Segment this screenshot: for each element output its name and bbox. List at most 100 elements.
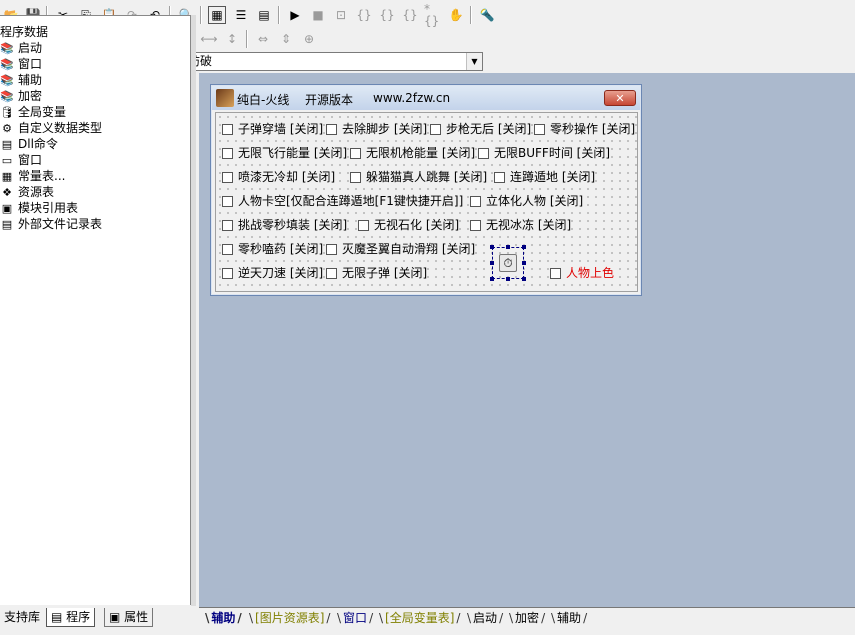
stop-icon[interactable]: ■ — [309, 6, 327, 24]
tab-properties[interactable]: ▣ 属性 — [104, 608, 154, 627]
stopwatch-icon[interactable]: ⏱ — [499, 254, 517, 272]
chevron-down-icon[interactable]: ▼ — [466, 53, 482, 70]
checkbox-infinite-ammo[interactable]: 无限子弹 [关闭] — [326, 265, 428, 281]
checkbox-box[interactable] — [222, 220, 233, 231]
resize-h-icon[interactable]: ⇔ — [254, 30, 272, 48]
checkbox-box[interactable] — [222, 244, 233, 255]
tree-item[interactable]: ▣ 模块引用表 — [0, 200, 78, 216]
checkbox-box[interactable] — [350, 172, 361, 183]
resize-both-icon[interactable]: ⊕ — [300, 30, 318, 48]
panel-splitter[interactable] — [191, 15, 196, 606]
doc-tab-window[interactable]: 窗口 — [331, 610, 379, 627]
tree-item[interactable]: ▭ 窗口 — [0, 152, 42, 168]
tree-item[interactable]: ❖ 资源表 — [0, 184, 54, 200]
step-into-icon[interactable]: {} — [355, 6, 373, 24]
checkbox-box[interactable] — [470, 196, 481, 207]
space-v-icon[interactable]: ↕ — [223, 30, 241, 48]
doc-tab-encrypt[interactable]: 加密 — [503, 610, 551, 627]
checkbox-box[interactable] — [222, 124, 233, 135]
tab-support-library[interactable]: 支持库 — [0, 608, 44, 627]
checkbox-box[interactable] — [222, 196, 233, 207]
checkbox-3d-character[interactable]: 立体化人物 [关闭] — [470, 193, 584, 209]
resize-handle[interactable] — [522, 277, 526, 281]
toolbar-separator — [200, 6, 202, 24]
resize-handle[interactable] — [522, 261, 526, 265]
checkbox-crouch-underground[interactable]: 连蹲遁地 [关闭] — [494, 169, 596, 185]
form-window[interactable]: 纯白-火线 开源版本 www.2fzw.cn ✕ 子弹穿墙 [关闭] 去除脚步 … — [210, 84, 642, 296]
timer-control-selection[interactable]: ⏱ — [492, 247, 524, 279]
checkbox-box[interactable] — [494, 172, 505, 183]
checkbox-box[interactable] — [222, 268, 233, 279]
doc-tab-startup[interactable]: 启动 — [461, 610, 509, 627]
checkbox-infinite-flight[interactable]: 无限飞行能量 [关闭] — [222, 145, 348, 161]
app-logo-icon — [216, 89, 234, 107]
tree-item[interactable]: ▦ 常量表... — [0, 168, 66, 184]
checkbox-box[interactable] — [470, 220, 481, 231]
checkbox-zero-sec-potion[interactable]: 零秒嗑药 [关闭] — [222, 241, 324, 257]
tree-item[interactable]: ⚙ 自定义数据类型 — [0, 120, 102, 136]
resize-handle[interactable] — [522, 245, 526, 249]
tab-program[interactable]: ▤ 程序 — [46, 608, 96, 627]
checkbox-character-color[interactable]: 人物上色 — [550, 265, 615, 281]
layout2-icon[interactable]: ☰ — [232, 6, 250, 24]
checkbox-bullet-through-wall[interactable]: 子弹穿墙 [关闭] — [222, 121, 324, 137]
tree-item[interactable]: ▤ Dll命令 — [0, 136, 58, 152]
checkbox-box[interactable] — [534, 124, 545, 135]
resize-handle[interactable] — [490, 277, 494, 281]
checkbox-infinite-buff[interactable]: 无限BUFF时间 [关闭] — [478, 145, 610, 161]
debug-icon[interactable]: 🔦 — [478, 6, 496, 24]
step-icon[interactable]: ⊡ — [332, 6, 350, 24]
tree-item[interactable]: 📚 加密 — [0, 88, 42, 104]
hand-icon[interactable]: ✋ — [447, 6, 465, 24]
checkbox-challenge-zero-reload[interactable]: 挑战零秒填装 [关闭] — [222, 217, 348, 233]
tree-item[interactable]: ▤ 外部文件记录表 — [0, 216, 102, 232]
breakpoint-icon[interactable]: *{} — [424, 3, 442, 27]
checkbox-box[interactable] — [478, 148, 489, 159]
checkbox-no-recoil[interactable]: 步枪无后 [关闭] — [430, 121, 532, 137]
tree-item[interactable]: 📚 窗口 — [0, 56, 42, 72]
run-icon[interactable]: ▶ — [286, 6, 304, 24]
checkbox-infinite-mg-energy[interactable]: 无限机枪能量 [关闭] — [350, 145, 476, 161]
checkbox-box[interactable] — [430, 124, 441, 135]
checkbox-remove-footsteps[interactable]: 去除脚步 [关闭] — [326, 121, 428, 137]
step-out-icon[interactable]: {} — [401, 6, 419, 24]
resize-handle[interactable] — [490, 245, 494, 249]
tree-root[interactable]: 程序数据 — [0, 24, 48, 40]
layout1-icon[interactable]: ▦ — [208, 6, 226, 24]
checkbox-box[interactable] — [326, 244, 337, 255]
checkbox-ignore-petrify[interactable]: 无视石化 [关闭] — [358, 217, 460, 233]
step-over-icon[interactable]: {} — [378, 6, 396, 24]
resize-v-icon[interactable]: ⇕ — [277, 30, 295, 48]
checkbox-box[interactable] — [222, 148, 233, 159]
resize-handle[interactable] — [506, 245, 510, 249]
tree-item[interactable]: 🛢 全局变量 — [0, 104, 66, 120]
doc-tab-image-resources[interactable]: [图片资源表] — [243, 610, 336, 627]
checkbox-character-stuck[interactable]: 人物卡空[仅配合连蹲遁地[F1键快捷开启]] — [222, 193, 464, 209]
space-h-icon[interactable]: ⟷ — [200, 30, 218, 48]
tree-item[interactable]: 📚 辅助 — [0, 72, 42, 88]
books-icon: 📚 — [0, 74, 14, 87]
doc-tab-fuzhu[interactable]: 辅助 — [199, 610, 248, 627]
checkbox-spray-no-cooldown[interactable]: 喷漆无冷却 [关闭] — [222, 169, 336, 185]
checkbox-box[interactable] — [550, 268, 561, 279]
doc-tab-global-vars[interactable]: [全局变量表] — [373, 610, 466, 627]
form-title-bar[interactable]: 纯白-火线 开源版本 www.2fzw.cn ✕ — [212, 86, 640, 110]
resize-handle[interactable] — [490, 261, 494, 265]
checkbox-box[interactable] — [326, 124, 337, 135]
checkbox-box[interactable] — [350, 148, 361, 159]
checkbox-auto-glide[interactable]: 灭魔圣翼自动滑翔 [关闭] — [326, 241, 476, 257]
layout3-icon[interactable]: ▤ — [255, 6, 273, 24]
subroutine-combo[interactable]: 防破 ▼ — [185, 52, 483, 71]
doc-tab-fuzhu-2[interactable]: 辅助 — [545, 610, 593, 627]
tree-item[interactable]: 📚 启动 — [0, 40, 42, 56]
checkbox-zero-sec-op[interactable]: 零秒操作 [关闭] — [534, 121, 636, 137]
checkbox-ignore-freeze[interactable]: 无视冰冻 [关闭] — [470, 217, 572, 233]
checkbox-hide-seek-dance[interactable]: 躲猫猫真人跳舞 [关闭] — [350, 169, 488, 185]
checkbox-box[interactable] — [222, 172, 233, 183]
close-icon[interactable]: ✕ — [604, 90, 636, 106]
checkbox-label: 人物上色 — [566, 266, 615, 280]
resize-handle[interactable] — [506, 277, 510, 281]
checkbox-knife-speed[interactable]: 逆天刀速 [关闭] — [222, 265, 324, 281]
checkbox-box[interactable] — [326, 268, 337, 279]
checkbox-box[interactable] — [358, 220, 369, 231]
